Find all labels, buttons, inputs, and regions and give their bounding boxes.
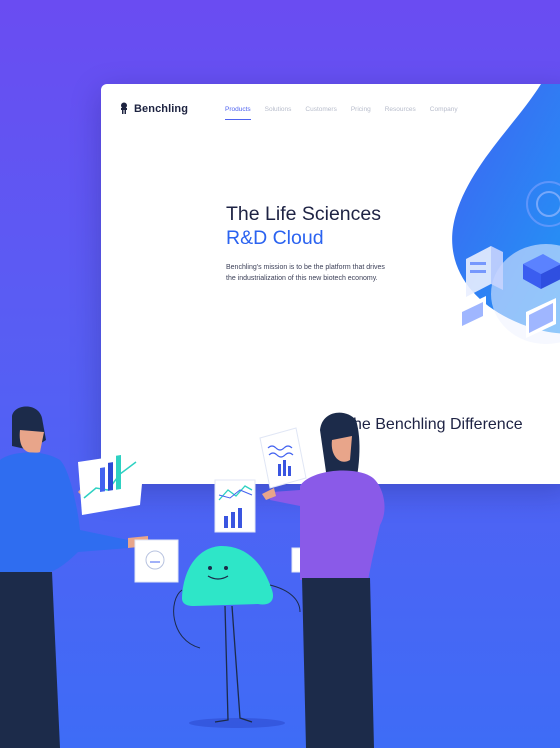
benchling-logo-icon (119, 102, 129, 115)
hero-title-line2: R&D Cloud (226, 227, 324, 249)
nav-item-products[interactable]: Products (225, 106, 251, 120)
nav-item-solutions[interactable]: Solutions (265, 106, 292, 113)
hero-title-line1: The Life Sciences (226, 203, 382, 225)
monitor-icon (459, 296, 486, 332)
browser-window: Benchling Products Solutions Customers P… (101, 84, 560, 484)
hero-description: Benchling's mission is to be the platfor… (226, 264, 385, 282)
chart-card-middle (214, 479, 256, 533)
face-card (134, 539, 179, 583)
hero-title: The Life Sciences R&D Cloud (226, 202, 381, 250)
nav-item-resources[interactable]: Resources (385, 106, 416, 113)
nav-item-pricing[interactable]: Pricing (351, 106, 371, 113)
page-stage: Benchling Products Solutions Customers P… (0, 0, 560, 748)
hero-illustration (452, 84, 560, 344)
brand-name: Benchling (134, 102, 189, 115)
nav-item-customers[interactable]: Customers (305, 106, 336, 113)
brand-logo[interactable]: Benchling (119, 102, 188, 115)
mascot (173, 546, 315, 723)
section-heading: he Benchling Difference (353, 416, 523, 433)
main-nav: Products Solutions Customers Pricing Res… (225, 106, 458, 120)
